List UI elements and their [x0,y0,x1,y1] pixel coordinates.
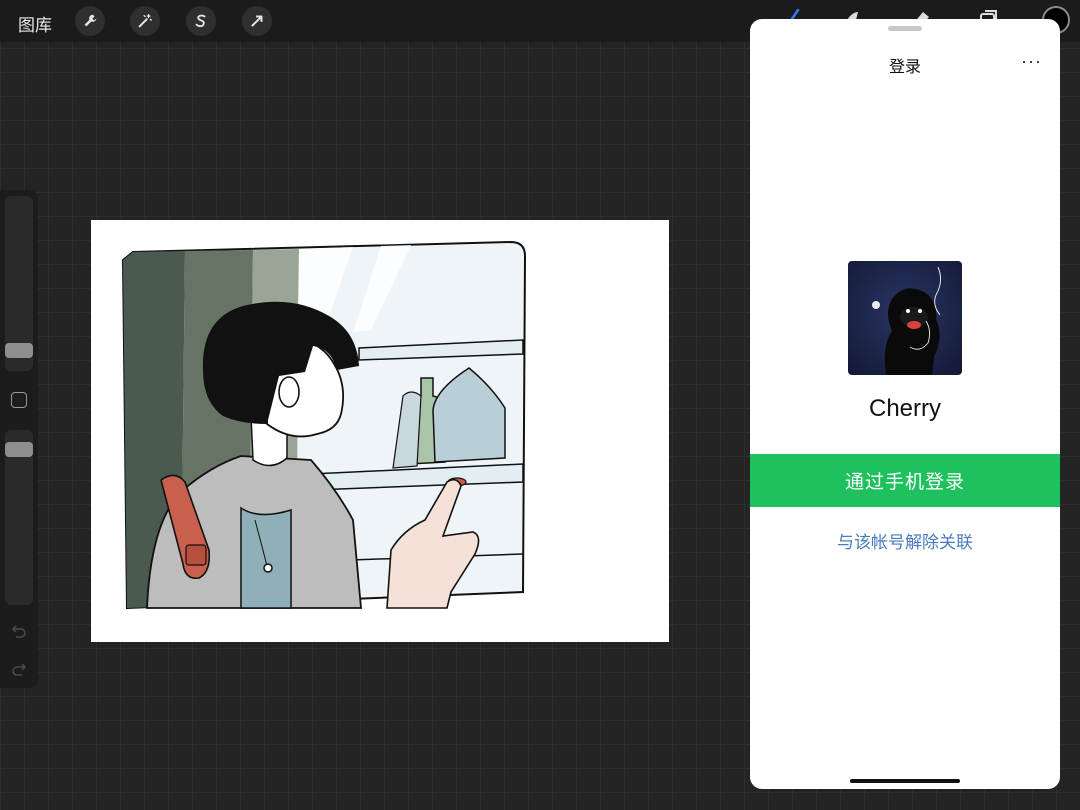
undo-icon[interactable] [10,622,28,640]
phone-login-button[interactable]: 通过手机登录 [750,454,1060,507]
selection-icon[interactable] [186,6,216,36]
avatar [848,261,962,375]
wrench-icon[interactable] [75,6,105,36]
drawing-canvas[interactable] [91,220,669,642]
login-sheet: 登录 ··· Cherry 通过手机登录 与该帐号解除关联 [750,19,1060,789]
left-sidebar [0,190,38,688]
more-options-icon[interactable]: ··· [1021,52,1042,70]
sheet-title: 登录 [888,59,921,76]
illustration-artwork [121,240,527,610]
gallery-link[interactable]: 图库 [18,11,52,36]
transform-arrow-icon[interactable] [242,6,272,36]
magic-wand-icon[interactable] [130,6,160,36]
modifier-button[interactable] [11,392,27,408]
home-indicator[interactable] [850,779,960,783]
opacity-thumb[interactable] [5,442,33,457]
sheet-grabber[interactable] [888,26,922,31]
redo-icon[interactable] [10,660,28,678]
username: Cherry [868,395,941,422]
brush-size-thumb[interactable] [5,343,33,358]
unlink-account-link[interactable]: 与该帐号解除关联 [750,528,1060,553]
